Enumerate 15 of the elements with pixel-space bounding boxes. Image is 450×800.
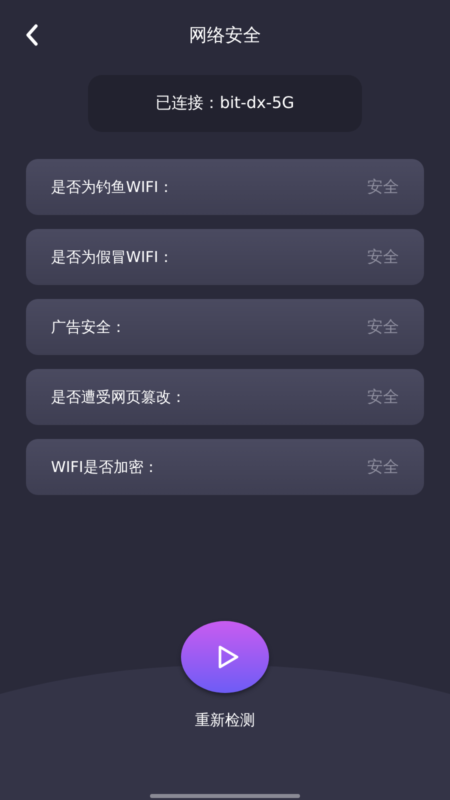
connection-text: 已连接：bit-dx-5G — [156, 93, 294, 114]
check-result: 安全 — [367, 386, 399, 408]
check-label: WIFI是否加密： — [51, 458, 158, 476]
check-label: 是否遭受网页篡改： — [51, 388, 186, 406]
check-label: 广告安全： — [51, 318, 126, 336]
check-result: 安全 — [367, 316, 399, 338]
page-title: 网络安全 — [189, 24, 261, 47]
back-icon[interactable] — [25, 24, 39, 46]
rescan-label[interactable]: 重新检测 — [195, 711, 255, 730]
check-label: 是否为假冒WIFI： — [51, 248, 174, 266]
check-result: 安全 — [367, 246, 399, 268]
check-result: 安全 — [367, 176, 399, 198]
play-icon — [216, 644, 240, 670]
check-result: 安全 — [367, 456, 399, 478]
check-label: 是否为钓鱼WIFI： — [51, 178, 174, 196]
